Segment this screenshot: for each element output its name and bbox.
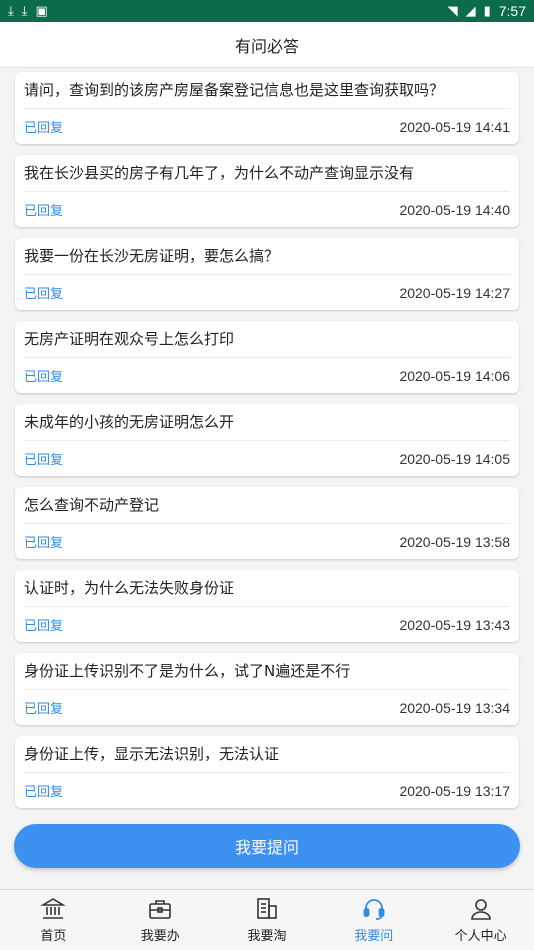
question-time: 2020-05-19 13:58 [399,533,510,550]
ask-question-button[interactable]: 我要提问 [14,824,520,868]
building-icon [257,898,277,919]
download-icon: ⤓ [21,3,28,19]
question-card[interactable]: 请问，查询到的该房产房屋备案登记信息也是这里查询获取吗？ 已回复 2020-05-… [15,72,519,144]
question-list: 请问，查询到的该房产房屋备案登记信息也是这里查询获取吗？ 已回复 2020-05-… [15,72,519,819]
tab-ask[interactable]: 我要问 [320,890,427,950]
question-card[interactable]: 我要一份在长沙无房证明，要怎么搞？ 已回复 2020-05-19 14:27 [15,238,519,310]
reply-status: 已回复 [24,370,64,385]
question-card[interactable]: 身份证上传识别不了是为什么，试了N遍还是不行 已回复 2020-05-19 13:… [15,653,519,725]
battery-icon: ▮ [483,3,491,19]
tab-home[interactable]: 首页 [0,890,107,950]
question-time: 2020-05-19 13:34 [399,699,510,716]
question-text: 我在长沙县买的房子有几年了，为什么不动产查询显示没有 [24,155,510,192]
question-text: 身份证上传，显示无法识别，无法认证 [24,736,510,773]
question-text: 无房产证明在观众号上怎么打印 [24,321,510,358]
wifi-icon: ◥ [447,3,458,19]
question-time: 2020-05-19 13:43 [399,616,510,633]
question-time: 2020-05-19 14:41 [399,118,510,135]
question-text: 请问，查询到的该房产房屋备案登记信息也是这里查询获取吗？ [24,72,510,109]
question-text: 认证时，为什么无法失败身份证 [24,570,510,607]
tab-label: 我要办 [140,929,180,944]
tab-label: 首页 [40,929,67,944]
reply-status: 已回复 [24,204,64,219]
question-time: 2020-05-19 14:40 [399,201,510,218]
question-card[interactable]: 未成年的小孩的无房证明怎么开 已回复 2020-05-19 14:05 [15,404,519,476]
question-text: 我要一份在长沙无房证明，要怎么搞？ [24,238,510,275]
tab-handle[interactable]: 我要办 [107,890,214,950]
reply-status: 已回复 [24,702,64,717]
person-icon [470,899,491,920]
question-text: 怎么查询不动产登记 [24,487,510,524]
question-card[interactable]: 我在长沙县买的房子有几年了，为什么不动产查询显示没有 已回复 2020-05-19… [15,155,519,227]
tab-label: 我要淘 [247,929,287,944]
page-title: 有问必答 [0,22,534,68]
headset-icon [363,899,385,920]
question-time: 2020-05-19 14:05 [399,450,510,467]
bank-icon [40,898,67,919]
briefcase-icon [149,900,171,919]
signal-icon: ◢ [465,3,476,19]
clock: 7:57 [498,3,526,19]
question-card[interactable]: 身份证上传，显示无法识别，无法认证 已回复 2020-05-19 13:17 [15,736,519,808]
reply-status: 已回复 [24,536,64,551]
reply-status: 已回复 [24,287,64,302]
bottom-tab-bar: 首页 我要办 我要淘 我要问 个人中心 [0,889,534,950]
status-bar: ⤓ ⤓ ▣ ◥ ◢ ▮ 7:57 [0,0,534,22]
question-text: 未成年的小孩的无房证明怎么开 [24,404,510,441]
notification-icon: ▣ [35,3,48,19]
tab-shop[interactable]: 我要淘 [214,890,321,950]
question-time: 2020-05-19 14:27 [399,284,510,301]
reply-status: 已回复 [24,619,64,634]
question-text: 身份证上传识别不了是为什么，试了N遍还是不行 [24,653,510,690]
question-time: 2020-05-19 13:17 [399,782,510,799]
reply-status: 已回复 [24,453,64,468]
question-card[interactable]: 无房产证明在观众号上怎么打印 已回复 2020-05-19 14:06 [15,321,519,393]
download-icon: ⤓ [8,3,14,19]
tab-label: 我要问 [354,929,394,944]
tab-label: 个人中心 [454,929,507,944]
reply-status: 已回复 [24,121,64,136]
reply-status: 已回复 [24,785,64,800]
question-time: 2020-05-19 14:06 [399,367,510,384]
tab-profile[interactable]: 个人中心 [427,890,534,950]
question-card[interactable]: 认证时，为什么无法失败身份证 已回复 2020-05-19 13:43 [15,570,519,642]
question-card[interactable]: 怎么查询不动产登记 已回复 2020-05-19 13:58 [15,487,519,559]
